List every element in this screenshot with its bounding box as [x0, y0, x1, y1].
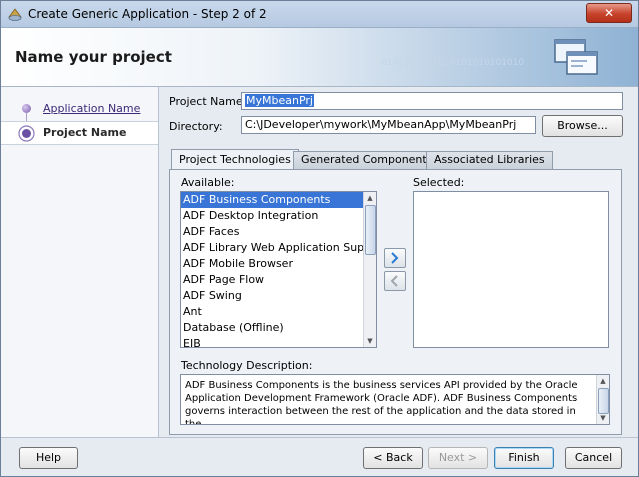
- available-list-item[interactable]: ADF Business Components: [181, 192, 376, 208]
- step-application-name[interactable]: Application Name: [1, 98, 158, 120]
- available-label: Available:: [181, 176, 235, 189]
- binary-decoration: 0101010101010101010101010: [381, 58, 525, 68]
- title-bar: Create Generic Application - Step 2 of 2…: [1, 1, 638, 28]
- cancel-button[interactable]: Cancel: [565, 447, 622, 469]
- available-list-item[interactable]: Ant: [181, 304, 376, 320]
- available-list-item[interactable]: ADF Faces: [181, 224, 376, 240]
- step-label: Project Name: [43, 126, 127, 139]
- remove-selected-button[interactable]: [384, 271, 406, 291]
- scroll-down-icon[interactable]: ▼: [598, 413, 608, 423]
- available-list-item[interactable]: ADF Library Web Application Support: [181, 240, 376, 256]
- dialog-footer: Help < Back Next > Finish Cancel: [1, 437, 638, 476]
- scroll-up-icon[interactable]: ▲: [598, 376, 608, 386]
- directory-input[interactable]: C:\JDeveloper\mywork\MyMbeanApp\MyMbeanP…: [241, 116, 536, 134]
- tab-associated-libraries[interactable]: Associated Libraries: [426, 151, 553, 169]
- description-scrollbar[interactable]: ▲ ▼: [596, 375, 609, 424]
- browse-button[interactable]: Browse...: [542, 115, 623, 137]
- tab-generated-components[interactable]: Generated Components: [293, 151, 441, 169]
- technology-description-label: Technology Description:: [181, 359, 313, 372]
- window-title: Create Generic Application - Step 2 of 2: [28, 7, 267, 21]
- page-title: Name your project: [15, 48, 172, 66]
- close-button[interactable]: ✕: [586, 3, 632, 23]
- step-project-name[interactable]: Project Name: [1, 121, 158, 145]
- step-label: Application Name: [43, 102, 141, 115]
- dialog-window: Create Generic Application - Step 2 of 2…: [0, 0, 639, 477]
- chevron-right-icon: [391, 252, 399, 264]
- wizard-header: Name your project 0101010101010101010101…: [1, 28, 638, 87]
- project-name-label: Project Name:: [169, 95, 247, 108]
- available-list-rows: ADF Business Components ADF Desktop Integ…: [181, 192, 376, 347]
- chevron-left-icon: [390, 275, 398, 287]
- wizard-steps-sidebar: Application Name Project Name: [1, 87, 159, 437]
- step-done-icon: [22, 104, 31, 113]
- windows-graphic-icon: [554, 39, 598, 75]
- scroll-thumb[interactable]: [598, 388, 609, 414]
- directory-label: Directory:: [169, 120, 223, 133]
- back-button[interactable]: < Back: [363, 447, 423, 469]
- tab-project-technologies[interactable]: Project Technologies: [171, 149, 299, 170]
- project-name-input[interactable]: MyMbeanPrj: [241, 92, 623, 110]
- next-button[interactable]: Next >: [428, 447, 488, 469]
- jdeveloper-app-icon: [8, 8, 22, 21]
- scroll-up-icon[interactable]: ▲: [365, 193, 375, 203]
- technology-description-text: ADF Business Components is the business …: [185, 380, 578, 425]
- available-list-item[interactable]: EJB: [181, 336, 376, 347]
- selected-label: Selected:: [413, 176, 465, 189]
- technology-description-box[interactable]: ADF Business Components is the business …: [180, 374, 610, 425]
- step-current-icon: [18, 125, 35, 142]
- available-list-item[interactable]: ADF Swing: [181, 288, 376, 304]
- available-list-item[interactable]: ADF Page Flow: [181, 272, 376, 288]
- available-list-item[interactable]: ADF Mobile Browser: [181, 256, 376, 272]
- help-button[interactable]: Help: [19, 447, 78, 469]
- add-selected-button[interactable]: [384, 248, 406, 268]
- available-list-item[interactable]: Database (Offline): [181, 320, 376, 336]
- finish-button[interactable]: Finish: [494, 447, 554, 469]
- selected-list[interactable]: [413, 191, 609, 348]
- scroll-thumb[interactable]: [365, 205, 376, 255]
- available-list[interactable]: ADF Business Components ADF Desktop Integ…: [180, 191, 377, 348]
- available-list-item[interactable]: ADF Desktop Integration: [181, 208, 376, 224]
- available-list-scrollbar[interactable]: ▲ ▼: [363, 192, 376, 347]
- scroll-down-icon[interactable]: ▼: [365, 336, 375, 346]
